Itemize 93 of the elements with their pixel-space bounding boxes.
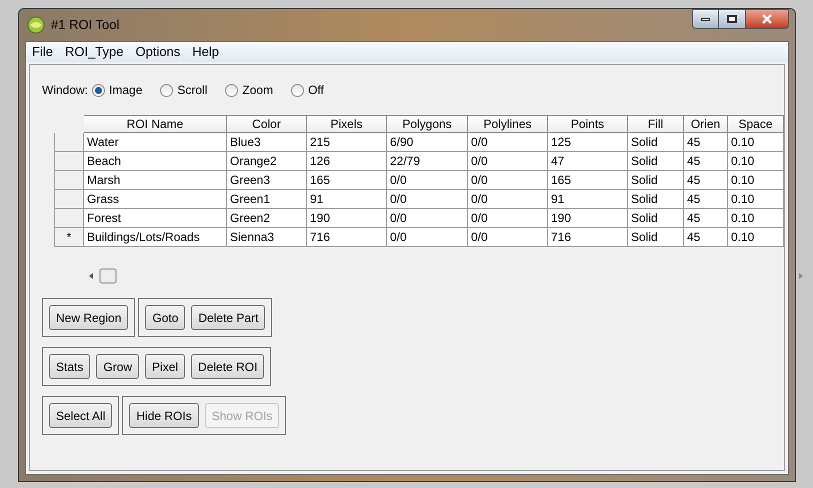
table-cell: 0.10 [728,228,784,247]
table-cell: 0/0 [468,152,548,171]
table-cell: Beach [84,152,227,171]
column-header[interactable]: Fill [628,115,684,133]
table-cell: 45 [684,171,728,190]
table-cell: 45 [684,133,728,152]
window-radio[interactable]: Scroll [160,81,208,99]
table-cell: 165 [548,171,628,190]
table-cell: 215 [307,133,387,152]
table-cell: Solid [628,171,684,190]
menu-item[interactable]: ROI_Type [60,42,128,62]
window-title: #1 ROI Tool [51,16,120,34]
menu-item[interactable]: File [27,42,58,62]
column-header[interactable]: Points [548,115,628,133]
window-radio[interactable]: Image [92,81,142,99]
column-header[interactable]: Orien [684,115,728,133]
table-cell: 0.10 [728,133,784,152]
table-cell: 0.10 [728,209,784,228]
action-button[interactable]: Goto [145,305,186,330]
table-cell: 190 [548,209,628,228]
table-cell: 716 [548,228,628,247]
table-cell: 0/0 [468,209,548,228]
table-cell: 0.10 [728,190,784,209]
table-cell: 47 [548,152,628,171]
table-cell: 0/0 [468,171,548,190]
action-button[interactable]: Delete ROI [191,354,264,379]
table-cell: Blue3 [227,133,307,152]
table-cell: 716 [307,228,387,247]
column-header[interactable]: Color [227,115,307,133]
action-button[interactable]: Hide ROIs [129,403,199,428]
table-cell: 45 [684,152,728,171]
table-cell: 0/0 [387,171,468,190]
action-button[interactable]: Delete Part [191,305,266,330]
window-label: Window: [42,82,88,99]
action-button[interactable]: Stats [49,354,90,379]
action-button[interactable]: New Region [49,305,128,330]
action-button[interactable]: Select All [49,403,112,428]
table-cell: 22/79 [387,152,468,171]
table-cell: Solid [628,209,684,228]
table-cell: Green1 [227,190,307,209]
row-header[interactable] [54,190,84,209]
row-header[interactable] [54,209,84,228]
close-icon [762,14,772,24]
table-cell: Grass [84,190,227,209]
table-cell: 125 [548,133,628,152]
column-header[interactable]: Polylines [468,115,548,133]
column-header[interactable]: Pixels [307,115,387,133]
maximize-button[interactable] [719,9,745,29]
table-cell: 0.10 [728,171,784,190]
table-cell: Green2 [227,209,307,228]
table-cell: Solid [628,152,684,171]
column-header[interactable]: Space [728,115,784,133]
column-header[interactable]: Polygons [387,115,468,133]
table-cell: Sienna3 [227,228,307,247]
table-cell: 45 [684,190,728,209]
table-cell: Water [84,133,227,152]
table-cell: 0/0 [387,209,468,228]
table-cell: 91 [307,190,387,209]
window-radio[interactable]: Zoom [225,81,274,99]
table-cell: 6/90 [387,133,468,152]
table-cell: 91 [548,190,628,209]
table-cell: 45 [684,209,728,228]
row-header[interactable] [54,171,84,190]
table-cell: Green3 [227,171,307,190]
table-cell: 0.10 [728,152,784,171]
menu-item[interactable]: Help [187,42,224,62]
close-button[interactable] [745,9,789,29]
row-header[interactable] [54,152,84,171]
menu-item[interactable]: Options [130,42,186,62]
table-cell: 0/0 [468,190,548,209]
window-radio[interactable]: Off [291,81,324,99]
table-cell: 0/0 [387,190,468,209]
table-cell: Orange2 [227,152,307,171]
table-cell: Marsh [84,171,227,190]
table-cell: 165 [307,171,387,190]
row-header[interactable]: * [54,228,84,247]
row-header[interactable] [54,133,84,152]
table-cell: Buildings/Lots/Roads [84,228,227,247]
table-cell: 126 [307,152,387,171]
table-cell: 45 [684,228,728,247]
column-header[interactable]: ROI Name [84,115,227,133]
table-cell: 190 [307,209,387,228]
table-cell: Forest [84,209,227,228]
minimize-button[interactable] [692,9,719,29]
action-button[interactable]: Pixel [145,354,186,379]
action-button[interactable]: Grow [96,354,140,379]
table-cell: 0/0 [387,228,468,247]
app-icon [27,16,45,34]
table-cell: Solid [628,228,684,247]
table-cell: 0/0 [468,133,548,152]
table-cell: 0/0 [468,228,548,247]
table-cell: Solid [628,190,684,209]
table-cell: Solid [628,133,684,152]
